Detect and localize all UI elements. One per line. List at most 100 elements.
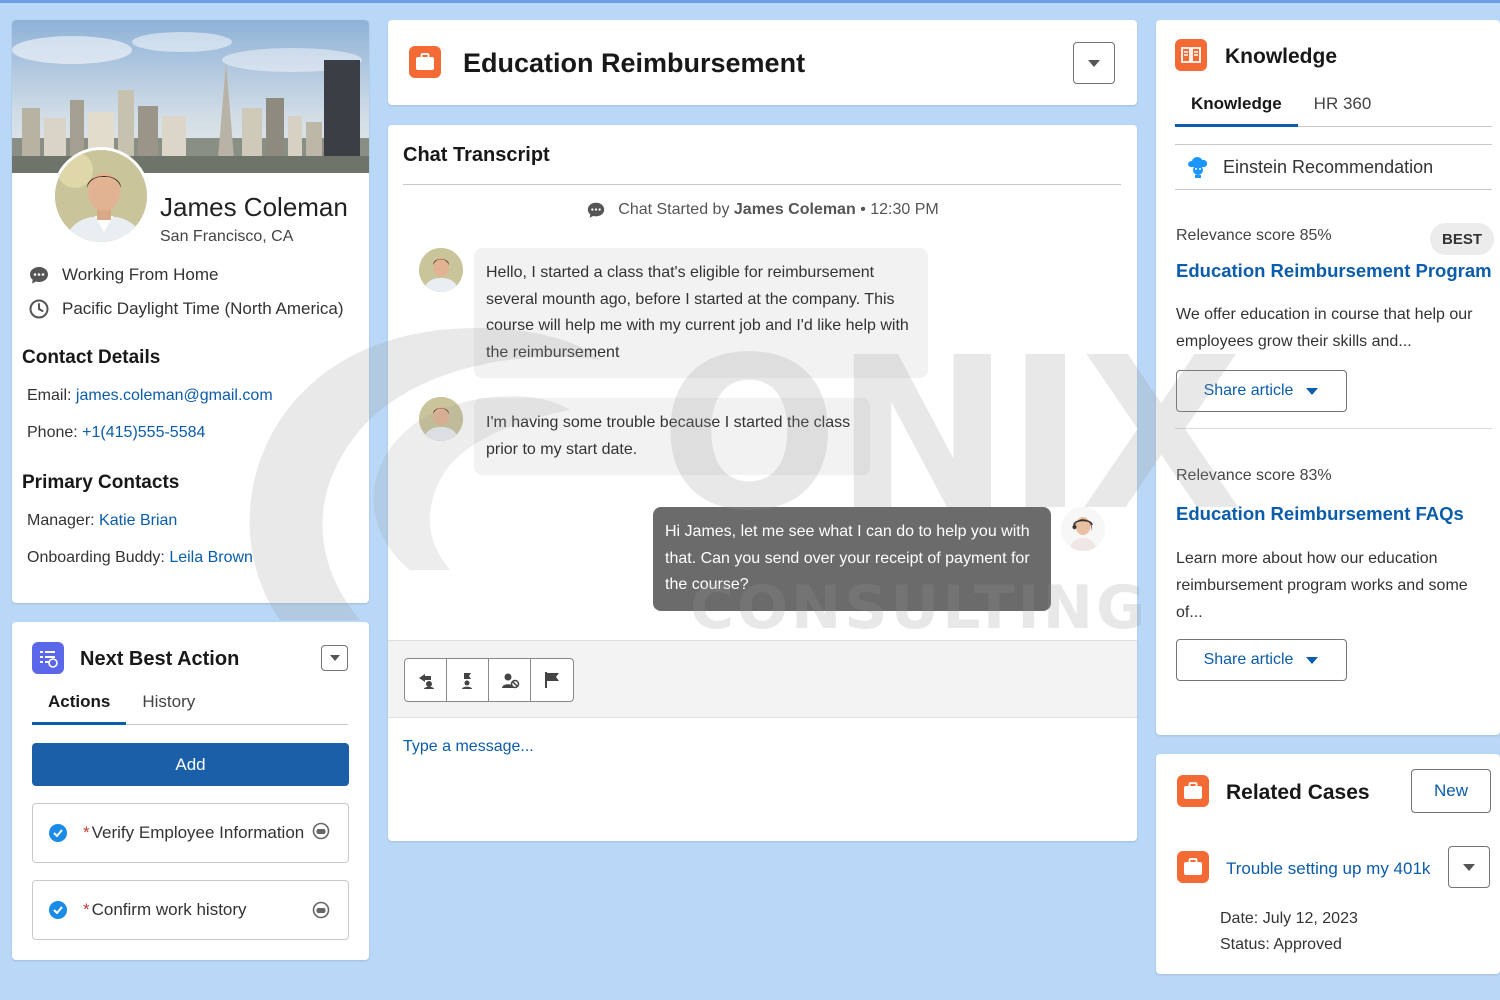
- case-link[interactable]: Trouble setting up my 401k: [1226, 859, 1430, 879]
- knowledge-tabs: Knowledge HR 360: [1175, 88, 1492, 127]
- related-cases-title: Related Cases: [1226, 781, 1370, 804]
- article-description: Learn more about how our education reimb…: [1176, 550, 1468, 621]
- required-marker: *: [83, 900, 90, 919]
- chat-started-time: • 12:30 PM: [860, 201, 939, 218]
- share-article-label: Share article: [1203, 382, 1294, 399]
- case-date: Date: July 12, 2023: [1220, 910, 1358, 927]
- check-circle-icon: [49, 901, 67, 919]
- chat-started-prefix: Chat Started by: [618, 201, 730, 218]
- user-block-icon: [501, 673, 519, 689]
- chevron-down-icon: [1306, 656, 1319, 664]
- flag-icon: [545, 672, 559, 688]
- new-case-button[interactable]: New: [1411, 769, 1491, 813]
- nba-item-verify[interactable]: * Verify Employee Information: [32, 803, 349, 863]
- article-divider: [1175, 428, 1492, 429]
- knowledge-card: Knowledge Knowledge HR 360 Einstein Reco…: [1156, 20, 1500, 735]
- check-circle-icon: [49, 824, 67, 842]
- article-title-link[interactable]: Education Reimbursement FAQs: [1176, 503, 1464, 525]
- chat-bubble-icon: [588, 202, 605, 218]
- tab-history[interactable]: History: [126, 686, 211, 724]
- chevron-down-icon: [1088, 59, 1100, 67]
- transfer-button[interactable]: [405, 659, 447, 701]
- agent-avatar: [1061, 507, 1105, 551]
- manager-link[interactable]: Katie Brian: [99, 512, 177, 529]
- required-marker: *: [83, 823, 90, 842]
- work-status-text: Working From Home: [62, 265, 219, 284]
- best-badge: BEST: [1430, 223, 1495, 255]
- block-user-button[interactable]: [489, 659, 531, 701]
- transfer-icon: [418, 674, 434, 689]
- raise-flag-icon: [461, 673, 472, 689]
- buddy-label: Onboarding Buddy:: [27, 549, 165, 566]
- tab-actions[interactable]: Actions: [32, 686, 127, 725]
- customer-avatar: [419, 248, 463, 292]
- manager-row: Manager: Katie Brian: [27, 512, 177, 530]
- chat-bubble-icon: [30, 267, 48, 284]
- einstein-icon: [1188, 157, 1208, 178]
- chat-title: Chat Transcript: [403, 144, 550, 166]
- article-title-link[interactable]: Education Reimbursement Program: [1176, 260, 1492, 282]
- email-row: Email: james.coleman@gmail.com: [27, 387, 273, 405]
- einstein-label: Einstein Recommendation: [1223, 156, 1434, 177]
- case-row-menu-button[interactable]: [1448, 846, 1490, 888]
- briefcase-icon: [1177, 851, 1209, 883]
- nba-tabs: Actions History: [32, 686, 348, 725]
- briefcase-icon: [409, 46, 441, 78]
- chat-started-line: Chat Started by James Coleman • 12:30 PM: [388, 200, 1137, 220]
- phone-link[interactable]: +1(415)555-5584: [82, 424, 205, 441]
- robot-icon: [312, 901, 330, 919]
- tab-hr360[interactable]: HR 360: [1298, 88, 1388, 126]
- nba-item-confirm[interactable]: * Confirm work history: [32, 880, 349, 940]
- customer-avatar: [419, 397, 463, 441]
- customer-message: Hello, I started a class that's eligible…: [474, 248, 928, 378]
- chevron-down-icon: [329, 655, 340, 661]
- next-best-action-card: Next Best Action Actions History Add * V…: [12, 622, 369, 960]
- nba-title: Next Best Action: [80, 648, 240, 670]
- chat-started-by: James Coleman: [733, 201, 856, 218]
- message-input[interactable]: Type a message...: [403, 738, 534, 756]
- share-article-label: Share article: [1203, 651, 1294, 668]
- employee-name: James Coleman: [160, 192, 348, 222]
- city-skyline-banner: [12, 20, 369, 173]
- phone-label: Phone:: [27, 424, 78, 441]
- buddy-row: Onboarding Buddy: Leila Brown: [27, 549, 253, 567]
- chevron-down-icon: [1463, 863, 1475, 871]
- profile-card: James Coleman San Francisco, CA Working …: [12, 20, 369, 603]
- case-status: Status: Approved: [1220, 936, 1342, 953]
- buddy-link[interactable]: Leila Brown: [169, 549, 253, 566]
- employee-avatar: [52, 147, 150, 245]
- share-article-button[interactable]: Share article: [1176, 370, 1347, 412]
- knowledge-title: Knowledge: [1225, 45, 1338, 68]
- chat-divider: [403, 184, 1121, 185]
- email-link[interactable]: james.coleman@gmail.com: [76, 387, 273, 404]
- chat-action-group: [404, 658, 574, 702]
- related-cases-card: Related Cases New Trouble setting up my …: [1156, 754, 1500, 974]
- tab-knowledge[interactable]: Knowledge: [1175, 88, 1298, 127]
- chat-transcript-card: Chat Transcript Chat Started by James Co…: [388, 125, 1137, 841]
- case-menu-button[interactable]: [1073, 42, 1115, 84]
- share-article-button[interactable]: Share article: [1176, 639, 1347, 681]
- briefcase-icon: [1177, 775, 1209, 807]
- case-title: Education Reimbursement: [463, 48, 806, 78]
- relevance-score: Relevance score 83%: [1176, 467, 1332, 484]
- article-description: We offer education in course that help o…: [1176, 306, 1473, 350]
- agent-message: Hi James, let me see what I can do to he…: [653, 507, 1051, 611]
- timezone-text: Pacific Daylight Time (North America): [62, 299, 344, 318]
- timezone: Pacific Daylight Time (North America): [28, 298, 344, 320]
- chat-toolbar: [388, 640, 1137, 718]
- add-button[interactable]: Add: [32, 743, 349, 786]
- nba-item-label: Confirm work history: [91, 900, 247, 919]
- manager-label: Manager:: [27, 512, 95, 529]
- einstein-recommendation-bar: Einstein Recommendation: [1175, 144, 1492, 190]
- primary-contacts-heading: Primary Contacts: [22, 472, 180, 493]
- request-help-button[interactable]: [447, 659, 489, 701]
- email-label: Email:: [27, 387, 72, 404]
- robot-icon: [312, 822, 330, 840]
- nba-item-label: Verify Employee Information: [91, 823, 305, 842]
- book-icon: [1175, 39, 1207, 71]
- work-status: Working From Home: [28, 264, 219, 286]
- flag-button[interactable]: [531, 659, 573, 701]
- employee-location: San Francisco, CA: [160, 228, 294, 245]
- relevance-score: Relevance score 85%: [1176, 227, 1332, 244]
- nba-menu-button[interactable]: [321, 645, 348, 671]
